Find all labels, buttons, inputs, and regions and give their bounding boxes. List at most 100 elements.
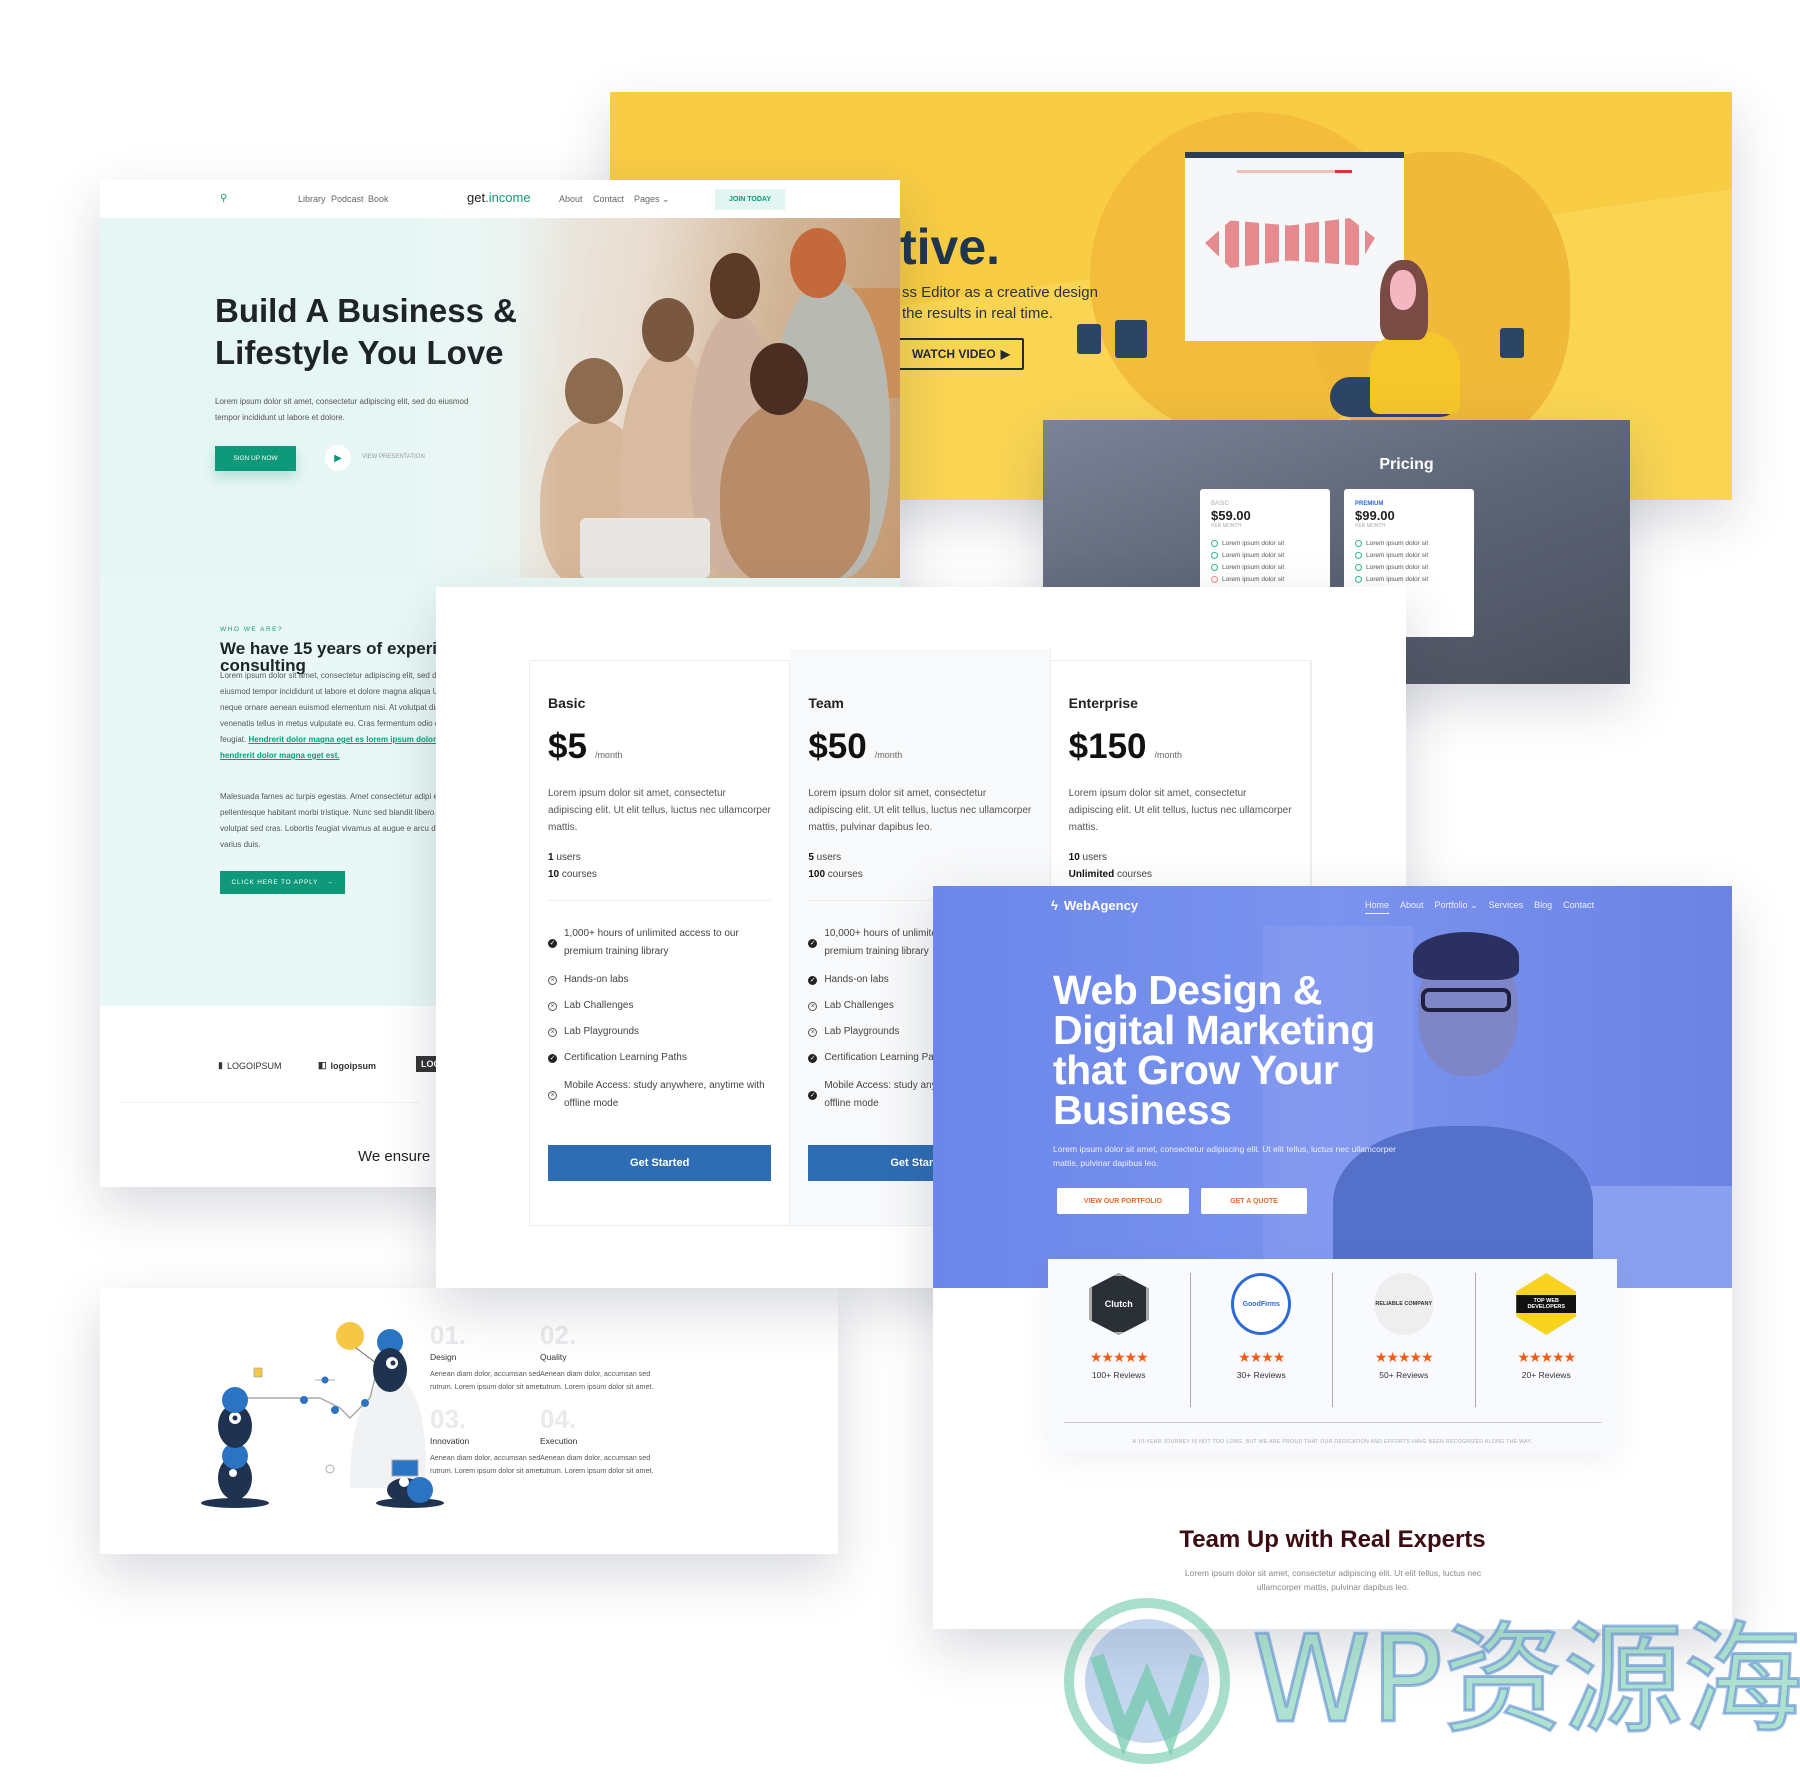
nav-link-about[interactable]: About bbox=[559, 194, 583, 204]
get-quote-button[interactable]: GET A QUOTE bbox=[1201, 1188, 1307, 1214]
site-logo[interactable]: get.income bbox=[467, 190, 531, 205]
users-count: 10 bbox=[1068, 852, 1080, 863]
plan-limits: 10 users Unlimited courses bbox=[1069, 849, 1292, 883]
badge-label: TOP WEB DEVELOPERS bbox=[1516, 1295, 1577, 1313]
star-rating: ★★★★★ bbox=[1517, 1349, 1576, 1365]
nav-link-library[interactable]: Library bbox=[298, 194, 326, 204]
section-body: Lorem ipsum dolor sit amet, consectetur … bbox=[220, 668, 460, 764]
feature-text: Mobile Access: study anywhere, anytime w… bbox=[564, 1080, 765, 1109]
pricing-title: Pricing bbox=[1379, 456, 1434, 473]
progress-bar-fill bbox=[1335, 170, 1352, 173]
courses-count: 10 bbox=[548, 869, 560, 880]
hero-section: ϟ WebAgency Home About Portfolio ⌄ Services B… bbox=[933, 886, 1732, 1296]
nav-link-blog[interactable]: Blog bbox=[1534, 900, 1552, 914]
monsters-illustration bbox=[201, 1322, 444, 1508]
plan-description: Lorem ipsum dolor sit amet, consectetur … bbox=[548, 788, 771, 833]
feature-item: Lorem ipsum dolor sit bbox=[1211, 537, 1319, 549]
feature-text: Certification Learning Paths bbox=[564, 1052, 687, 1063]
hero-subtext: ss Editor as a creative design the result… bbox=[902, 282, 1098, 324]
join-today-button[interactable]: JOIN TODAY bbox=[715, 189, 785, 210]
feature-item: × Lab Challenges bbox=[548, 993, 771, 1019]
nav-link-home[interactable]: Home bbox=[1365, 900, 1390, 914]
check-circle-icon bbox=[1211, 539, 1218, 547]
price-period: PER MONTH bbox=[1355, 523, 1385, 529]
check-circle-icon: ✓ bbox=[808, 1053, 818, 1063]
team-text: Lorem ipsum dolor sit amet, consectetur … bbox=[1184, 1568, 1482, 1592]
sign-up-button[interactable]: SIGN UP NOW bbox=[215, 446, 296, 471]
search-icon[interactable]: ⚲ bbox=[220, 193, 227, 204]
feature-text: Lab Playgrounds bbox=[824, 1026, 900, 1037]
check-circle-icon bbox=[1355, 563, 1362, 571]
hero-text: Lorem ipsum dolor sit amet, consectetur … bbox=[1053, 1144, 1396, 1168]
users-label: users bbox=[1079, 852, 1108, 863]
courses-line: Unlimited courses bbox=[1069, 866, 1292, 883]
feature-item: ✓ Certification Learning Paths bbox=[548, 1045, 771, 1071]
review-count: 100+ Reviews bbox=[1091, 1370, 1146, 1380]
step-number: 03. bbox=[430, 1404, 467, 1434]
feature-text: Lab Challenges bbox=[824, 1000, 894, 1011]
review-item: Clutch ★★★★★ 100+ Reviews bbox=[1048, 1273, 1191, 1407]
check-circle-icon bbox=[1211, 551, 1218, 559]
inline-link[interactable]: Hendrerit dolor magna eget es lorem ipsu… bbox=[220, 735, 457, 760]
users-line: 10 users bbox=[1069, 849, 1292, 866]
partner-logo: ◧ logoipsum bbox=[318, 1060, 376, 1071]
step-title: Quality bbox=[540, 1352, 567, 1362]
woman-illustration bbox=[1370, 332, 1460, 414]
x-circle-icon: × bbox=[808, 1027, 818, 1037]
watch-video-label: WATCH VIDEO bbox=[911, 347, 996, 361]
price-amount: $59.00 bbox=[1211, 508, 1251, 523]
plan-limits: 1 users 10 courses bbox=[548, 849, 771, 883]
nav-link-book[interactable]: Book bbox=[368, 194, 389, 204]
apply-button[interactable]: CLICK HERE TO APPLY → bbox=[220, 871, 345, 894]
nav-link-podcast[interactable]: Podcast bbox=[331, 194, 364, 204]
step-title: Design bbox=[430, 1352, 457, 1362]
webagency-screenshot: ϟ WebAgency Home About Portfolio ⌄ Services B… bbox=[933, 886, 1732, 1629]
divider bbox=[1064, 1422, 1602, 1423]
watch-video-button[interactable]: WATCH VIDEO ▶ bbox=[898, 338, 1024, 370]
step-text: Aenean diam dolor, accumsan sed rutrum. … bbox=[540, 1369, 654, 1391]
badge-label: Clutch bbox=[1104, 1299, 1133, 1309]
courses-count: Unlimited bbox=[1068, 869, 1115, 880]
empty-circle-icon bbox=[1211, 575, 1218, 583]
x-circle-icon: × bbox=[808, 1001, 818, 1011]
nav-link-services[interactable]: Services bbox=[1489, 900, 1524, 914]
view-portfolio-button[interactable]: VIEW OUR PORTFOLIO bbox=[1057, 1188, 1189, 1214]
courses-line: 100 courses bbox=[808, 866, 1031, 883]
get-started-button[interactable]: Get Started bbox=[548, 1145, 772, 1181]
price-period: /month bbox=[874, 750, 903, 760]
step-number: 01. bbox=[430, 1320, 467, 1350]
plan-description: Lorem ipsum dolor sit amet, consectetur … bbox=[1068, 788, 1292, 833]
man-hair bbox=[1413, 932, 1519, 980]
nav-link-contact[interactable]: Contact bbox=[1563, 900, 1594, 914]
lightning-icon: ϟ bbox=[1051, 898, 1058, 913]
play-circle-icon: ▶ bbox=[1000, 347, 1010, 361]
paint-can-icon bbox=[1077, 324, 1101, 354]
step-text: Aenean diam dolor, accumsan sed rutrum. … bbox=[430, 1453, 544, 1475]
subtext-line: ss Editor as a creative design bbox=[902, 284, 1098, 301]
check-circle-icon bbox=[1211, 563, 1218, 571]
feature-item: Lorem ipsum dolor sit bbox=[1211, 561, 1319, 573]
site-logo[interactable]: ϟ WebAgency bbox=[1051, 898, 1138, 913]
nav-link-contact[interactable]: Contact bbox=[593, 194, 624, 204]
hero-title: Build A Business & Lifestyle You Love bbox=[215, 292, 517, 371]
check-circle-icon: ✓ bbox=[808, 1090, 818, 1100]
view-presentation-link[interactable]: VIEW PRESENTATION bbox=[362, 454, 425, 460]
feature-text: Lorem ipsum dolor sit bbox=[1366, 539, 1429, 547]
x-circle-icon: × bbox=[548, 1027, 557, 1037]
step-title: Execution bbox=[540, 1436, 578, 1446]
feature-item: Lorem ipsum dolor sit bbox=[1355, 549, 1463, 561]
nav-link-about[interactable]: About bbox=[1400, 900, 1424, 914]
section-eyebrow: WHO WE ARE? bbox=[220, 626, 284, 633]
reviews-note: A 10-YEAR JOURNEY IS NOT TOO LONG, BUT W… bbox=[1132, 1439, 1533, 1445]
feature-text: Certification Learning Paths bbox=[824, 1052, 948, 1063]
nav-link-portfolio[interactable]: Portfolio ⌄ bbox=[1435, 900, 1478, 914]
x-circle-icon: × bbox=[548, 975, 557, 985]
hero-section: Build A Business & Lifestyle You Love Lo… bbox=[100, 218, 900, 588]
price-period: /month bbox=[594, 750, 623, 760]
play-icon[interactable]: ▶ bbox=[325, 445, 351, 471]
divider bbox=[548, 900, 772, 901]
nav-link-pages[interactable]: Pages ⌄ bbox=[634, 194, 670, 205]
apply-label: CLICK HERE TO APPLY bbox=[231, 879, 319, 886]
courses-label: courses bbox=[825, 869, 863, 880]
x-circle-icon: × bbox=[548, 1001, 557, 1011]
